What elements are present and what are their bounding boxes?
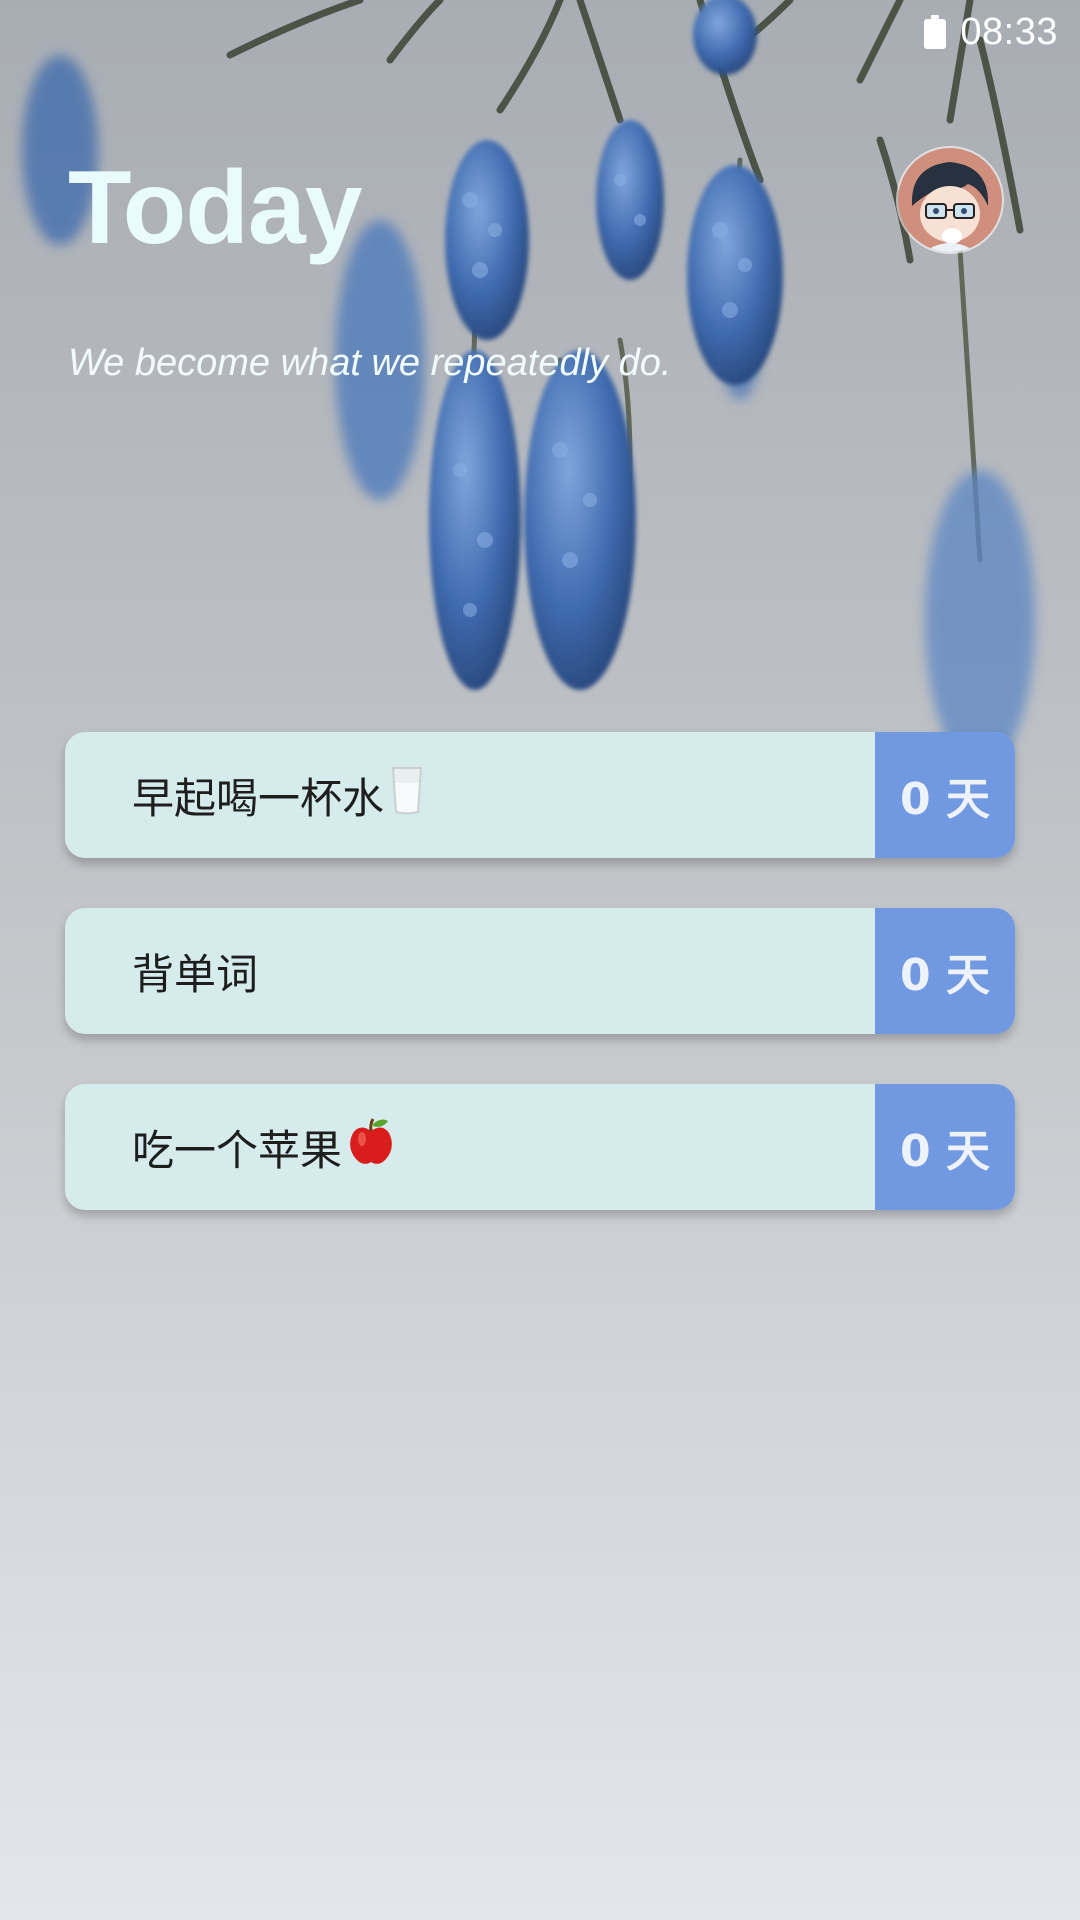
- avatar-icon[interactable]: [898, 148, 1002, 252]
- glass-of-water-icon: [390, 765, 424, 825]
- status-time: 08:33: [960, 10, 1058, 53]
- page-title: Today: [68, 150, 363, 266]
- red-apple-icon: [348, 1117, 394, 1177]
- streak-days-counter[interactable]: 0 天: [875, 1084, 1015, 1210]
- habit-name-area: 吃一个苹果: [65, 1084, 875, 1210]
- streak-days-counter[interactable]: 0 天: [875, 732, 1015, 858]
- habit-name-area: 背单词: [65, 908, 875, 1034]
- habit-card-memorize-words[interactable]: 背单词 0 天: [65, 908, 1015, 1034]
- habit-name-area: 早起喝一杯水: [65, 732, 875, 858]
- app-screen: 08:33 Today We become what we repeatedly…: [0, 0, 1080, 1920]
- habit-name: 吃一个苹果: [132, 1125, 343, 1175]
- habit-name: 背单词: [132, 949, 259, 999]
- motto-quote: We become what we repeatedly do.: [68, 342, 672, 384]
- battery-full-icon: [924, 15, 947, 49]
- habit-list: 早起喝一杯水 0 天 背单词 0 天 吃一个苹果 0 天: [65, 732, 1015, 1260]
- flower-background-image: [22, 0, 1035, 770]
- streak-days-counter[interactable]: 0 天: [875, 908, 1015, 1034]
- habit-name: 早起喝一杯水: [132, 773, 385, 823]
- habit-card-drink-water[interactable]: 早起喝一杯水 0 天: [65, 732, 1015, 858]
- habit-card-eat-apple[interactable]: 吃一个苹果 0 天: [65, 1084, 1015, 1210]
- status-bar: 08:33: [924, 0, 1080, 64]
